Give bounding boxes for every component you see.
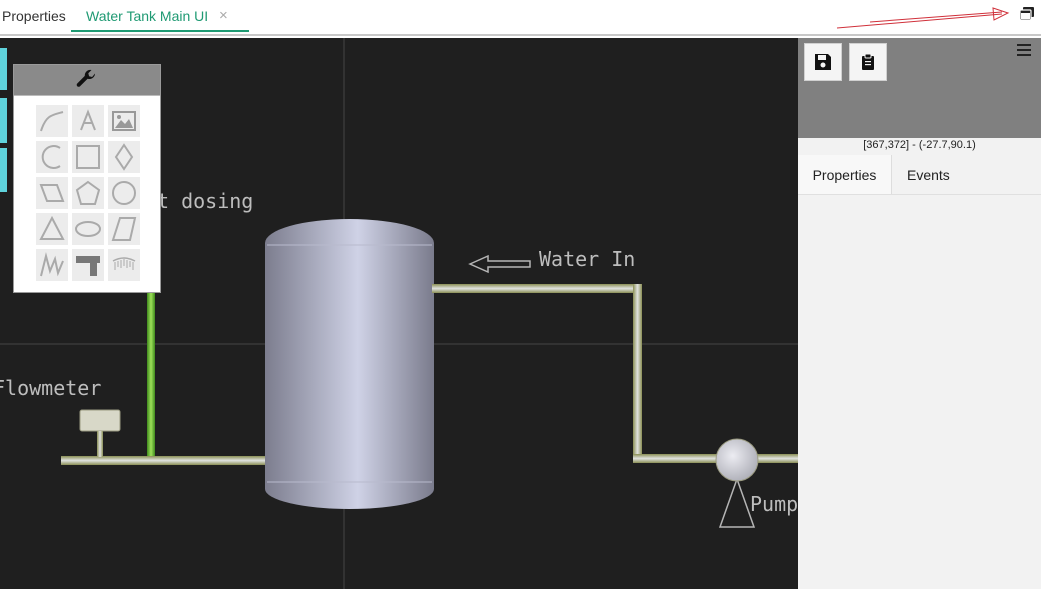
panel-tabs: Properties Events xyxy=(798,155,1041,195)
label-pump: Pump xyxy=(750,492,798,516)
palette-header[interactable] xyxy=(14,65,160,96)
shape-tools-palette xyxy=(13,64,161,293)
pipe-tool-icon[interactable] xyxy=(72,249,104,281)
inlet-pipe-top xyxy=(432,284,640,293)
wrench-icon xyxy=(76,69,96,87)
left-panel-tab-2[interactable] xyxy=(0,98,7,143)
clipboard-button[interactable] xyxy=(849,43,887,81)
diamond-tool-icon[interactable] xyxy=(108,141,140,173)
water-in-arrow xyxy=(468,254,531,274)
red-arrow-icon xyxy=(836,7,1010,29)
label-dosing: t dosing xyxy=(157,189,253,213)
outlet-pipe xyxy=(61,456,270,465)
flowmeter[interactable] xyxy=(79,409,121,457)
trapezoid-tool-icon[interactable] xyxy=(108,213,140,245)
rectangle-tool-icon[interactable] xyxy=(72,141,104,173)
text-tool-icon[interactable] xyxy=(72,105,104,137)
clipboard-icon xyxy=(862,53,874,70)
label-flowmeter: Flowmeter xyxy=(0,376,101,400)
tab-events[interactable]: Events xyxy=(907,155,950,194)
parallelogram-tool-icon[interactable] xyxy=(36,177,68,209)
tab-properties[interactable]: Properties xyxy=(0,0,72,32)
gauge-tool-icon[interactable] xyxy=(108,249,140,281)
dosing-pipe xyxy=(147,293,155,461)
top-tab-bar: Properties Water Tank Main UI × xyxy=(0,0,1041,36)
save-button[interactable] xyxy=(804,43,842,81)
save-icon xyxy=(815,54,831,70)
triangle-tool-icon[interactable] xyxy=(36,213,68,245)
inlet-pipe-bottom xyxy=(633,454,798,463)
image-tool-icon[interactable] xyxy=(108,105,140,137)
hamburger-menu-icon[interactable] xyxy=(1017,44,1031,56)
coordinates-readout: [367,372] - (-27.7,90.1) xyxy=(863,139,976,151)
arc-tool-icon[interactable] xyxy=(36,141,68,173)
zigzag-tool-icon[interactable] xyxy=(36,249,68,281)
tab-label: Water Tank Main UI xyxy=(86,8,209,24)
water-tank[interactable] xyxy=(265,219,434,509)
close-icon[interactable]: × xyxy=(219,0,228,32)
left-panel-tab-1[interactable] xyxy=(0,48,7,90)
properties-panel: [367,372] - (-27.7,90.1) Properties Even… xyxy=(798,38,1041,589)
pentagon-tool-icon[interactable] xyxy=(72,177,104,209)
curve-tool-icon[interactable] xyxy=(36,105,68,137)
inlet-pipe-vertical xyxy=(633,284,642,462)
tab-water-tank-main-ui[interactable]: Water Tank Main UI × xyxy=(71,0,249,32)
restore-windows-icon[interactable] xyxy=(1018,5,1036,23)
label-water-in: Water In xyxy=(539,247,635,271)
left-panel-tab-3[interactable] xyxy=(0,148,7,192)
panel-toolbar xyxy=(798,38,1041,138)
ellipse-tool-icon[interactable] xyxy=(72,213,104,245)
tab-properties-panel[interactable]: Properties xyxy=(798,155,892,194)
tools-grid xyxy=(36,105,144,281)
circle-tool-icon[interactable] xyxy=(108,177,140,209)
